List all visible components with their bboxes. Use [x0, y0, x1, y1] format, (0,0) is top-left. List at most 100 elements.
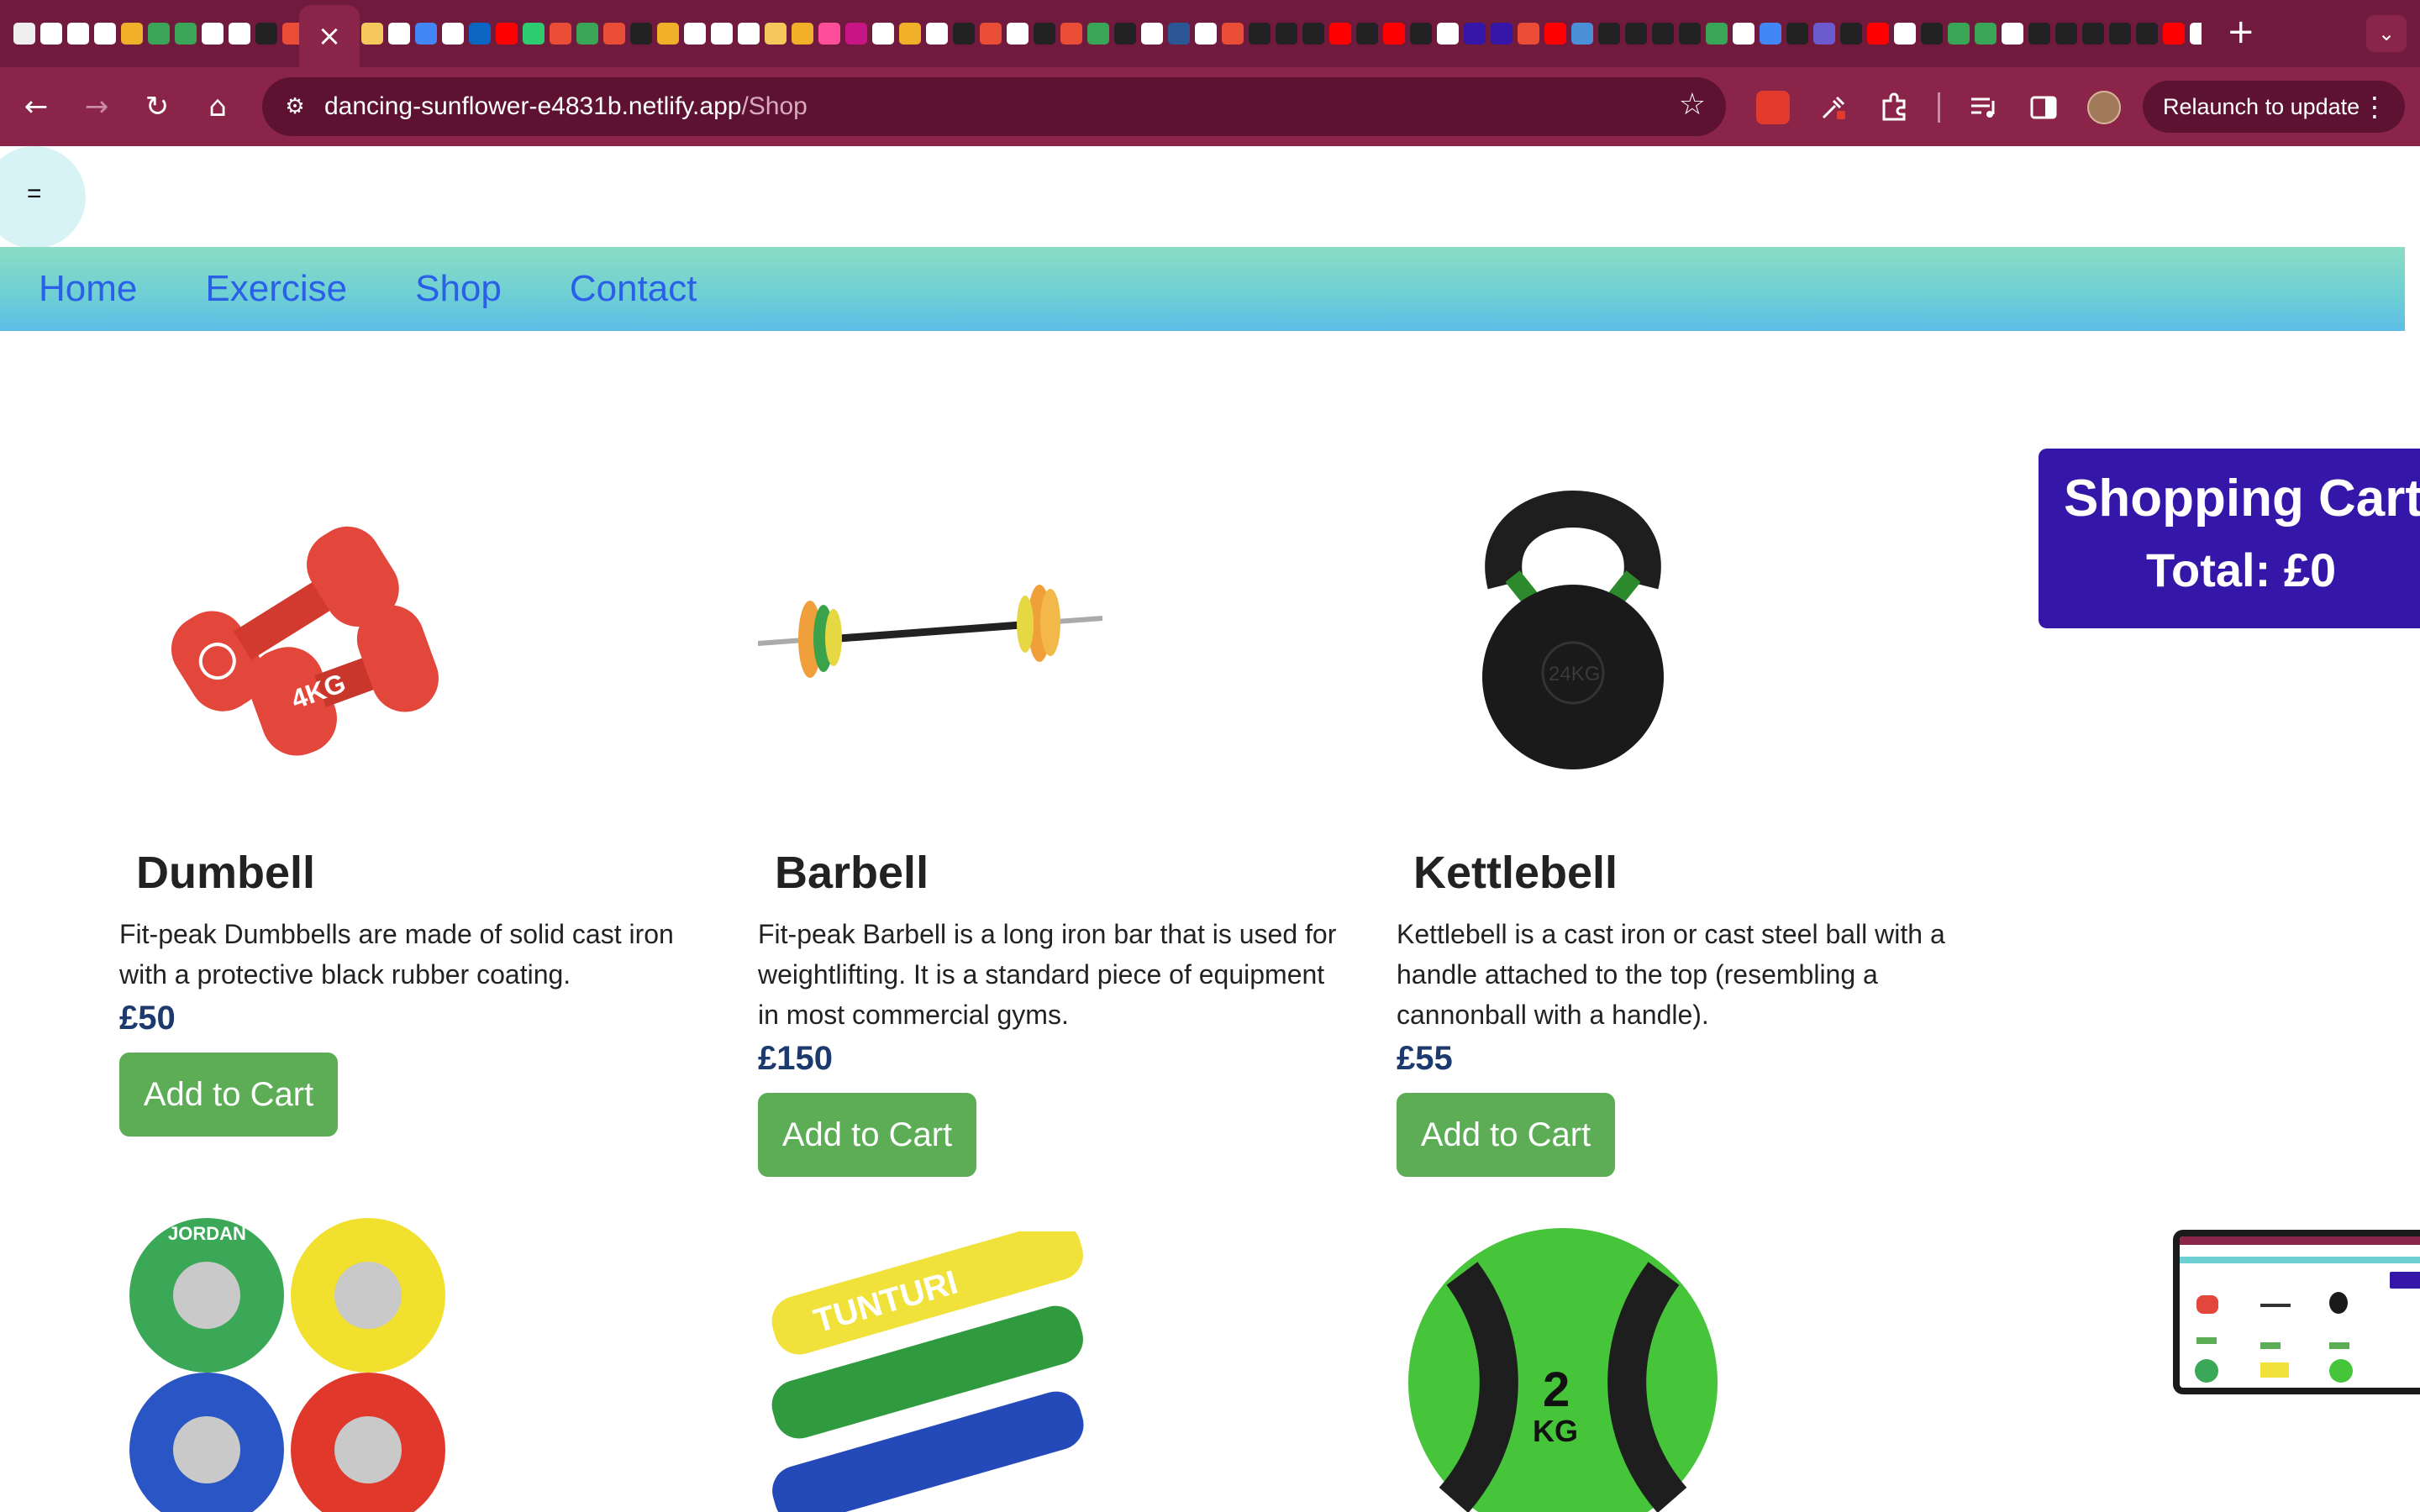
tab-favicon[interactable] [469, 23, 491, 45]
add-to-cart-button[interactable]: Add to Cart [1397, 1093, 1615, 1177]
tab-favicon[interactable] [1249, 23, 1270, 45]
tab-favicon[interactable] [657, 23, 679, 45]
tab-favicon[interactable] [67, 23, 89, 45]
tab-favicon[interactable] [1894, 23, 1916, 45]
tab-favicon[interactable] [1302, 23, 1324, 45]
tab-favicon[interactable] [229, 23, 250, 45]
bookmark-star-icon[interactable]: ☆ [1679, 87, 1706, 122]
eyedropper-extension-icon[interactable] [1817, 91, 1850, 124]
tab-favicon[interactable] [1652, 23, 1674, 45]
tab-favicon[interactable] [388, 23, 410, 45]
media-control-icon[interactable] [1966, 91, 2000, 124]
tab-favicon[interactable] [175, 23, 197, 45]
tab-favicon[interactable] [953, 23, 975, 45]
tab-favicon[interactable] [1975, 23, 1996, 45]
tab-favicon[interactable] [2109, 23, 2131, 45]
tab-favicon[interactable] [1571, 23, 1593, 45]
tab-favicon[interactable] [1034, 23, 1055, 45]
tab-favicon[interactable] [738, 23, 760, 45]
tab-favicon[interactable] [1733, 23, 1754, 45]
tab-favicon[interactable] [1114, 23, 1136, 45]
tab-favicon[interactable] [442, 23, 464, 45]
tab-favicon[interactable] [1840, 23, 1862, 45]
tab-favicon[interactable] [1168, 23, 1190, 45]
browser-menu-icon[interactable]: ⋮ [2361, 91, 2388, 123]
tab-favicon[interactable] [1921, 23, 1943, 45]
tab-favicon[interactable] [1087, 23, 1109, 45]
tab-favicon[interactable] [1491, 23, 1512, 45]
tab-favicon[interactable] [2028, 23, 2050, 45]
tab-favicon[interactable] [765, 23, 786, 45]
active-tab[interactable]: × [299, 5, 360, 67]
screenshot-thumbnail[interactable] [2173, 1230, 2420, 1394]
tab-favicon[interactable] [202, 23, 224, 45]
tab-favicon[interactable] [2082, 23, 2104, 45]
extensions-puzzle-icon[interactable] [1877, 91, 1911, 124]
forward-button[interactable]: → [74, 84, 119, 129]
tab-favicon[interactable] [255, 23, 277, 45]
tab-favicon[interactable] [1007, 23, 1028, 45]
tab-favicon[interactable] [1518, 23, 1539, 45]
extension-icon[interactable] [1756, 91, 1790, 124]
tab-favicon[interactable] [2002, 23, 2023, 45]
tab-favicon[interactable] [576, 23, 598, 45]
tab-favicon[interactable] [496, 23, 518, 45]
tab-search-button[interactable]: ⌄ [2366, 15, 2407, 52]
tab-favicon[interactable] [1544, 23, 1566, 45]
tab-favicon[interactable] [926, 23, 948, 45]
tab-favicon[interactable] [1410, 23, 1432, 45]
tab-favicon[interactable] [415, 23, 437, 45]
tab-favicon[interactable] [1948, 23, 1970, 45]
tab-favicon[interactable] [684, 23, 706, 45]
tab-favicon[interactable] [711, 23, 733, 45]
reload-button[interactable]: ↻ [134, 84, 180, 129]
nav-link-exercise[interactable]: Exercise [205, 268, 347, 310]
tab-favicon[interactable] [550, 23, 571, 45]
relaunch-to-update-button[interactable]: Relaunch to update ⋮ [2143, 81, 2405, 133]
tab-favicon[interactable] [1598, 23, 1620, 45]
profile-avatar[interactable] [2087, 91, 2121, 124]
tab-favicon[interactable] [1141, 23, 1163, 45]
tab-favicon[interactable] [872, 23, 894, 45]
tab-favicon[interactable] [282, 23, 299, 45]
site-info-icon[interactable]: ⚙ [277, 89, 313, 124]
tab-favicon[interactable] [1786, 23, 1808, 45]
tab-favicon[interactable] [1760, 23, 1781, 45]
tab-favicon[interactable] [40, 23, 62, 45]
tab-favicon[interactable] [1625, 23, 1647, 45]
add-to-cart-button[interactable]: Add to Cart [119, 1053, 338, 1137]
tab-favicon[interactable] [1356, 23, 1378, 45]
tab-favicon[interactable] [1276, 23, 1297, 45]
tab-favicon[interactable] [1813, 23, 1835, 45]
tab-favicon[interactable] [845, 23, 867, 45]
tab-favicon[interactable] [2136, 23, 2158, 45]
tab-favicon[interactable] [899, 23, 921, 45]
tab-favicon[interactable] [603, 23, 625, 45]
tab-favicon[interactable] [630, 23, 652, 45]
address-bar[interactable]: ⚙ dancing-sunflower-e4831b.netlify.app/S… [262, 77, 1726, 136]
tab-favicon[interactable] [361, 23, 383, 45]
tab-favicon[interactable] [1222, 23, 1244, 45]
tab-favicon[interactable] [1060, 23, 1082, 45]
tab-favicon[interactable] [1464, 23, 1486, 45]
tab-favicon[interactable] [1679, 23, 1701, 45]
tab-favicon[interactable] [792, 23, 813, 45]
tab-favicon[interactable] [1437, 23, 1459, 45]
tab-favicon[interactable] [13, 23, 35, 45]
tab-favicon[interactable] [1383, 23, 1405, 45]
nav-link-shop[interactable]: Shop [415, 268, 502, 310]
tab-favicon[interactable] [1329, 23, 1351, 45]
url-text[interactable]: dancing-sunflower-e4831b.netlify.app/Sho… [324, 92, 808, 121]
nav-link-contact[interactable]: Contact [570, 268, 697, 310]
tab-favicon[interactable] [980, 23, 1002, 45]
home-button[interactable]: ⌂ [195, 84, 240, 129]
pinned-tab-favicons[interactable] [13, 18, 299, 49]
tab-favicon[interactable] [2163, 23, 2185, 45]
tab-favicon[interactable] [1195, 23, 1217, 45]
tab-favicon[interactable] [1706, 23, 1728, 45]
nav-link-home[interactable]: Home [39, 268, 137, 310]
tab-favicon[interactable] [148, 23, 170, 45]
tab-favicons[interactable] [361, 18, 2202, 49]
close-tab-icon[interactable]: × [318, 22, 342, 50]
tab-favicon[interactable] [121, 23, 143, 45]
